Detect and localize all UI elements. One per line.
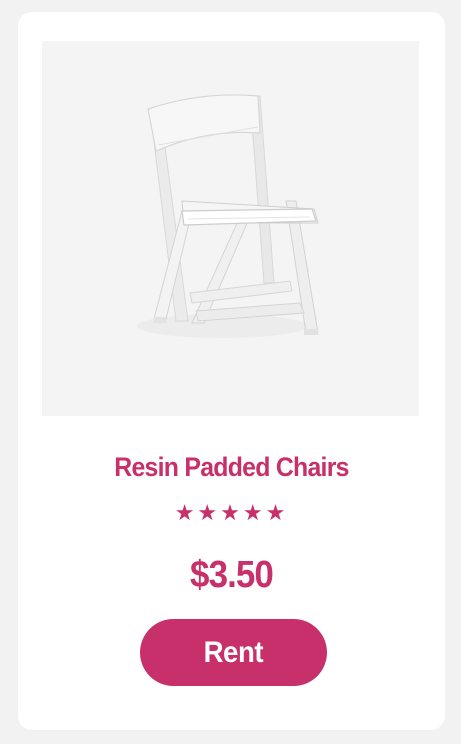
rating-stars: ★★★★★ (174, 500, 289, 525)
product-title: Resin Padded Chairs (114, 452, 349, 482)
chair-illustration (137, 94, 319, 338)
rent-button-label: Rent (203, 635, 264, 669)
product-card: Resin Padded Chairs ★★★★★ $3.50 Rent (18, 12, 445, 730)
product-image[interactable] (42, 41, 419, 416)
product-price: $3.50 (190, 554, 274, 596)
rent-button[interactable]: Rent (140, 619, 327, 686)
